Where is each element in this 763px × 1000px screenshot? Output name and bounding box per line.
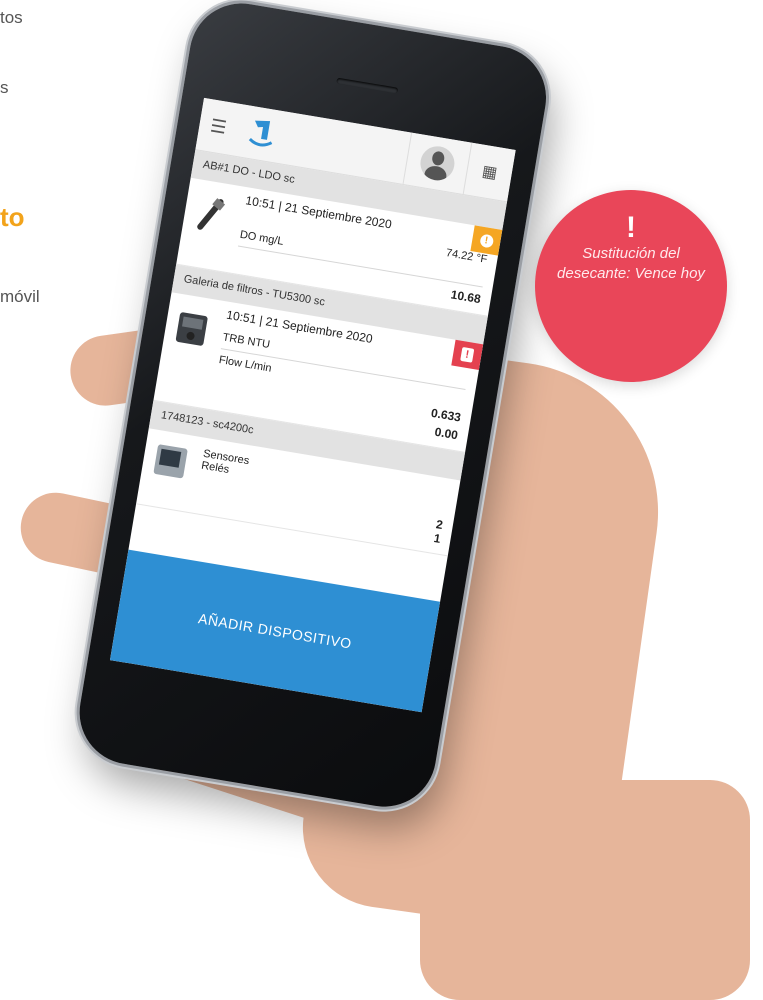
background-heading: to bbox=[0, 202, 25, 232]
reading-value: 10.68 bbox=[449, 287, 482, 307]
exclamation-icon: ! bbox=[626, 211, 636, 244]
reading-value: 2 bbox=[435, 517, 444, 533]
background-text-2: s bbox=[0, 78, 9, 97]
desiccant-notification-badge: ! Sustitución del desecante: Vence hoy bbox=[535, 190, 727, 382]
hach-app-logo-icon[interactable] bbox=[233, 104, 291, 164]
phone-body: ☰ ▦ AB#1 DO - LDO sc ! 10:51 | 21 Septie… bbox=[71, 0, 554, 815]
notification-message: Sustitución del desecante: Vence hoy bbox=[557, 245, 705, 282]
phone-speaker bbox=[336, 77, 399, 94]
reading-value: 0.00 bbox=[433, 424, 459, 443]
background-text-3: móvil bbox=[0, 287, 40, 306]
app-screen: ☰ ▦ AB#1 DO - LDO sc ! 10:51 | 21 Septie… bbox=[109, 97, 516, 713]
warning-alert-icon[interactable]: ! bbox=[470, 225, 503, 256]
turbidimeter-icon bbox=[175, 312, 208, 346]
reading-value: 1 bbox=[432, 530, 442, 546]
controller-icon bbox=[153, 444, 188, 479]
user-avatar-icon[interactable] bbox=[402, 132, 473, 195]
error-alert-icon[interactable]: ! bbox=[451, 339, 484, 370]
add-device-button[interactable]: AÑADIR DISPOSITIVO bbox=[109, 549, 441, 713]
reading-value: 0.633 bbox=[430, 405, 462, 425]
background-text-1: tos bbox=[0, 8, 23, 27]
reading-label: TRB NTU bbox=[221, 331, 271, 352]
reading-label: DO mg/L bbox=[238, 228, 285, 248]
grid-icon[interactable]: ▦ bbox=[464, 143, 516, 202]
